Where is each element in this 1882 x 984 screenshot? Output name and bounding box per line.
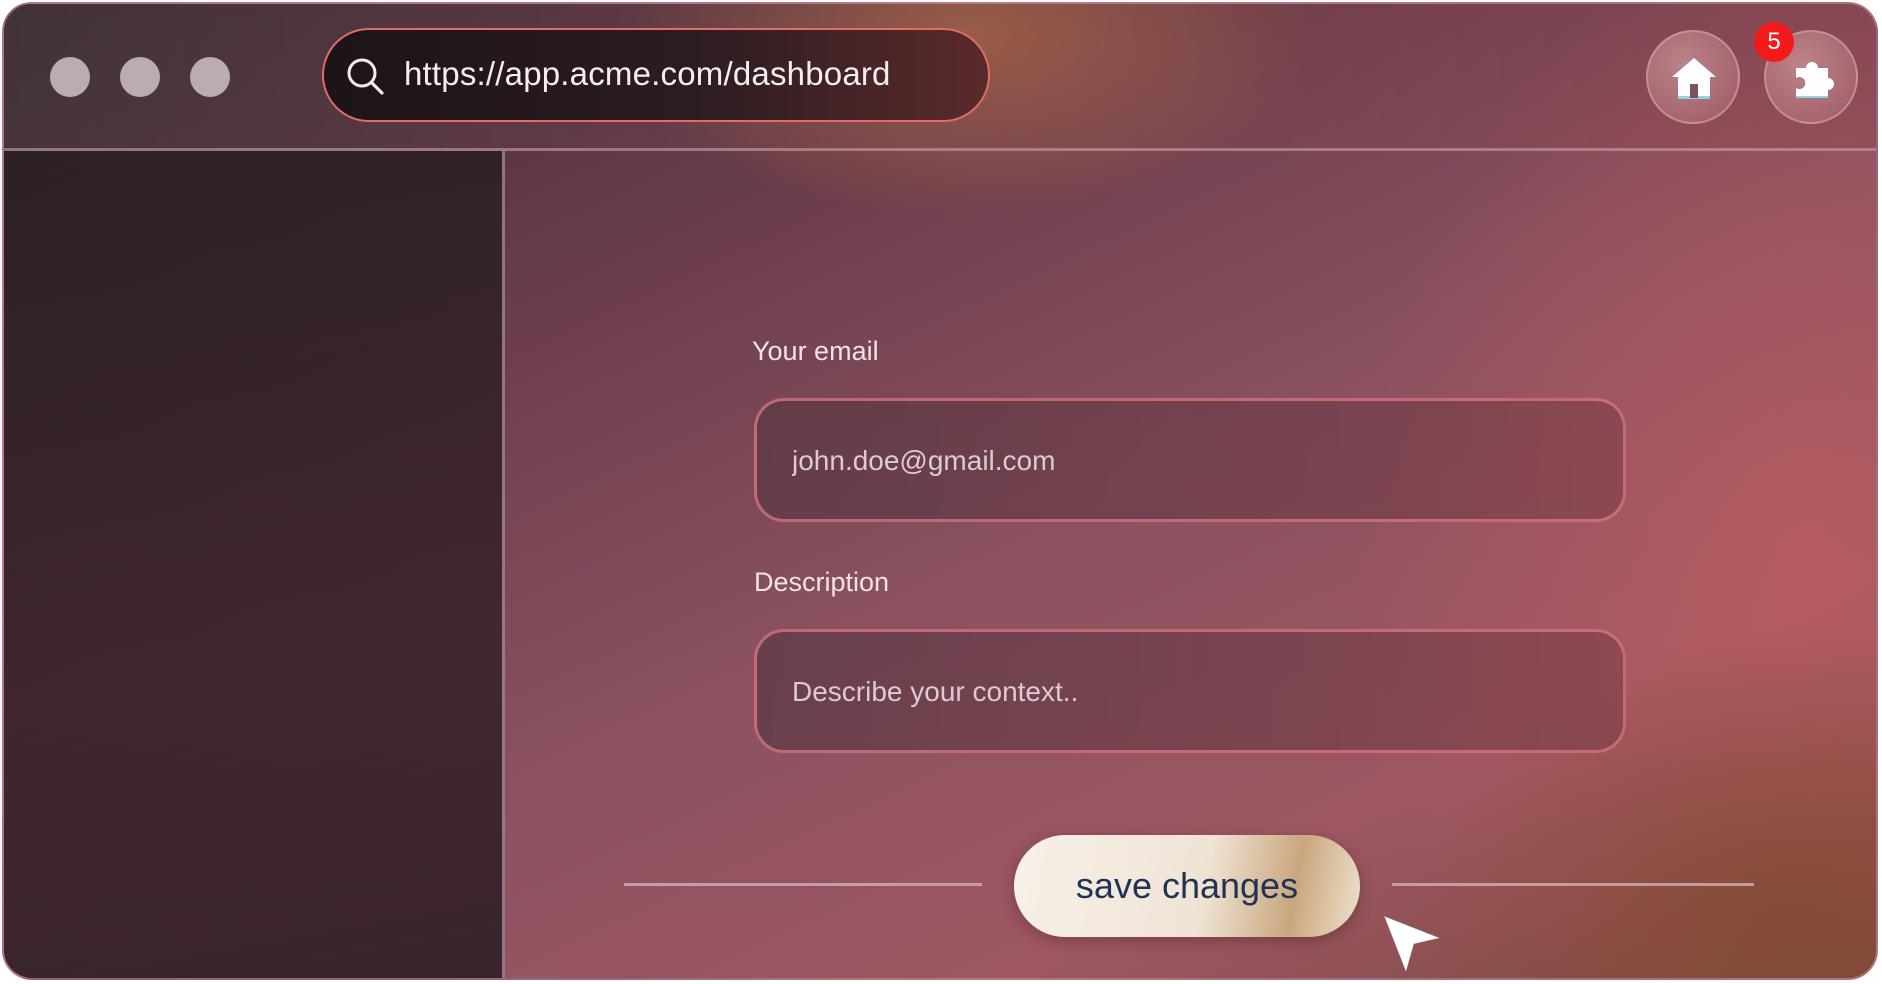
home-button[interactable] — [1646, 30, 1740, 124]
puzzle-piece-icon — [1796, 62, 1834, 98]
notification-badge: 5 — [1754, 22, 1794, 62]
home-icon — [1672, 58, 1716, 99]
description-label: Description — [754, 567, 890, 597]
browser-window: https://app.acme.com/dashboard 5 Your em… — [2, 2, 1878, 980]
save-changes-button[interactable]: save changes — [1014, 835, 1360, 937]
browser-toolbar: https://app.acme.com/dashboard 5 — [4, 4, 1876, 151]
url-text: https://app.acme.com/dashboard — [404, 55, 891, 92]
close-window-button[interactable] — [50, 57, 90, 97]
description-field-container — [754, 629, 1626, 753]
description-input[interactable] — [790, 632, 1594, 752]
right-divider — [1392, 883, 1754, 886]
left-divider — [624, 883, 982, 886]
address-bar[interactable]: https://app.acme.com/dashboard — [322, 28, 990, 122]
search-icon — [347, 58, 384, 95]
email-field-container — [754, 398, 1626, 522]
minimize-window-button[interactable] — [120, 57, 160, 97]
maximize-window-button[interactable] — [190, 57, 230, 97]
mouse-pointer-icon — [1383, 915, 1442, 974]
email-input[interactable] — [790, 401, 1594, 521]
sidebar-panel — [4, 151, 505, 978]
email-label: Your email — [752, 336, 879, 366]
